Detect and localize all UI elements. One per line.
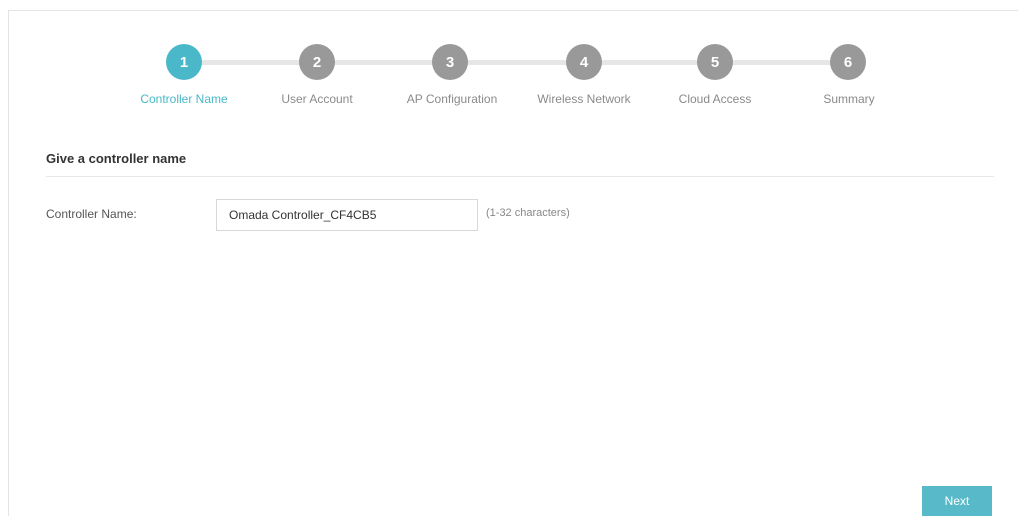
step-3-circle[interactable]: 3 xyxy=(432,44,468,80)
step-1-circle[interactable]: 1 xyxy=(166,44,202,80)
step-4-label: Wireless Network xyxy=(537,92,631,106)
step-5-circle[interactable]: 5 xyxy=(697,44,733,80)
stepper-track xyxy=(184,60,864,65)
next-button[interactable]: Next xyxy=(922,486,992,516)
section-title: Give a controller name xyxy=(46,151,187,166)
section-divider xyxy=(46,176,994,177)
wizard-stepper: 1 2 3 4 5 6 Controller Name User Account… xyxy=(0,0,1020,120)
controller-name-input[interactable] xyxy=(216,199,478,231)
step-1-label: Controller Name xyxy=(140,92,228,106)
step-4-circle[interactable]: 4 xyxy=(566,44,602,80)
controller-name-hint: (1-32 characters) xyxy=(486,207,570,219)
step-3-label: AP Configuration xyxy=(406,92,498,106)
controller-name-label: Controller Name: xyxy=(46,207,137,221)
step-5-label: Cloud Access xyxy=(678,92,752,106)
step-6-circle[interactable]: 6 xyxy=(830,44,866,80)
step-6-label: Summary xyxy=(823,92,875,106)
step-2-label: User Account xyxy=(281,92,353,106)
step-2-circle[interactable]: 2 xyxy=(299,44,335,80)
